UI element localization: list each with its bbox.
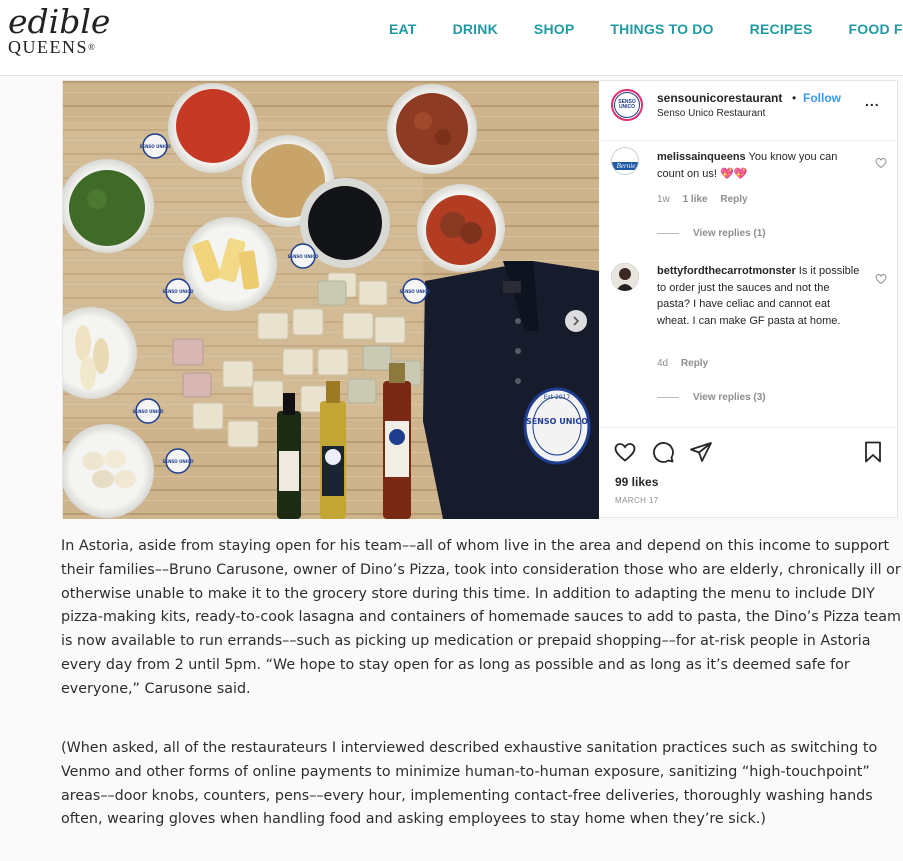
follow-button[interactable]: Follow <box>803 91 841 105</box>
comment-time: 4d <box>657 358 669 369</box>
shirt-patch-main: SENSO UNICO <box>526 417 588 426</box>
commenter-avatar[interactable]: Bernie <box>611 147 639 175</box>
post-photo-image: Est 2017 SENSO UNICO SENSO UNICO SENSO U… <box>63 81 599 519</box>
reply-button[interactable]: Reply <box>720 194 747 205</box>
nav-things-to-do[interactable]: THINGS TO DO <box>610 21 713 37</box>
post-header: SENSO UNICO sensounicorestaurant • Follo… <box>599 81 899 141</box>
view-replies-label: View replies (1) <box>693 228 766 239</box>
nav-shop[interactable]: SHOP <box>534 21 574 37</box>
view-replies-label: View replies (3) <box>693 392 766 403</box>
like-comment-heart-icon[interactable] <box>875 273 887 285</box>
post-photo[interactable]: Est 2017 SENSO UNICO SENSO UNICO SENSO U… <box>63 81 599 519</box>
like-comment-heart-icon[interactable] <box>875 157 887 169</box>
account-avatar[interactable]: SENSO UNICO <box>611 89 643 121</box>
comment-username[interactable]: bettyfordthecarrotmonster <box>657 265 796 277</box>
comment-time: 1w <box>657 194 670 205</box>
nav-recipes[interactable]: RECIPES <box>750 21 813 37</box>
next-photo-button[interactable] <box>565 310 587 332</box>
nav-food-for-thought[interactable]: FOOD FOR T <box>849 21 903 37</box>
logo-queens-text: QUEENS <box>8 37 88 57</box>
nav-drink[interactable]: DRINK <box>453 21 498 37</box>
logo-queens: QUEENS® <box>8 38 110 56</box>
bernie-avatar-image: Bernie <box>612 148 638 174</box>
sticker-1-text: SENSO UNICO <box>139 144 171 149</box>
post-sidebar: SENSO UNICO sensounicorestaurant • Follo… <box>599 81 899 519</box>
comment-text: melissainqueens You know you can count o… <box>657 149 862 182</box>
comment-meta: 1w 1 like Reply <box>657 194 758 205</box>
commenter-photo <box>611 263 639 291</box>
comment-icon[interactable] <box>651 440 675 464</box>
bookmark-icon[interactable] <box>861 440 885 464</box>
view-replies-button[interactable]: View replies (3) <box>657 392 766 403</box>
sticker-5-text: SENSO UNICO <box>132 409 164 414</box>
replies-divider <box>657 233 679 234</box>
comment-likes[interactable]: 1 like <box>683 194 708 205</box>
account-name[interactable]: sensounicorestaurant <box>657 91 782 105</box>
likes-count[interactable]: 99 likes <box>615 475 658 489</box>
bernie-avatar-text: Bernie <box>617 162 636 170</box>
comment-username[interactable]: melissainqueens <box>657 151 746 163</box>
heart-icon[interactable] <box>613 440 637 464</box>
instagram-embed: Est 2017 SENSO UNICO SENSO UNICO SENSO U… <box>62 80 899 519</box>
post-date[interactable]: MARCH 17 <box>615 496 659 505</box>
account-subtitle: Senso Unico Restaurant <box>657 108 766 119</box>
reply-button[interactable]: Reply <box>681 358 708 369</box>
site-header: edible QUEENS® EAT DRINK SHOP THINGS TO … <box>0 0 903 76</box>
comment: Bernie melissainqueens You know you can … <box>599 147 899 247</box>
sticker-4-text: SENSO UNICO <box>162 289 194 294</box>
more-options-button[interactable]: ... <box>865 93 880 109</box>
shirt-patch-top: Est 2017 <box>544 394 571 401</box>
commenter-avatar[interactable] <box>611 263 639 291</box>
sticker-6-text: SENSO UNICO <box>162 459 194 464</box>
share-icon[interactable] <box>689 440 713 464</box>
account-avatar-logo: SENSO UNICO <box>614 92 640 118</box>
article-paragraph: (When asked, all of the restaurateurs I … <box>61 740 878 828</box>
main-nav: EAT DRINK SHOP THINGS TO DO RECIPES FOOD… <box>389 21 903 37</box>
view-replies-button[interactable]: View replies (1) <box>657 228 766 239</box>
site-logo[interactable]: edible QUEENS® <box>8 2 111 57</box>
article-paragraph: In Astoria, aside from staying open for … <box>61 538 901 697</box>
sticker-2-text: SENSO UNICO <box>287 254 319 259</box>
comment: bettyfordthecarrotmonster Is it possible… <box>599 263 899 403</box>
post-actions: 99 likes MARCH 17 <box>599 427 899 519</box>
nav-eat[interactable]: EAT <box>389 21 417 37</box>
replies-divider <box>657 397 679 398</box>
chevron-right-icon <box>573 316 580 326</box>
logo-edible: edible <box>8 2 111 41</box>
comment-text: bettyfordthecarrotmonster Is it possible… <box>657 263 862 329</box>
separator-dot: • <box>792 91 797 105</box>
comment-meta: 4d Reply <box>657 358 718 369</box>
logo-registered-mark: ® <box>88 42 97 52</box>
sticker-3-text: SENSO UNICO <box>399 289 431 294</box>
